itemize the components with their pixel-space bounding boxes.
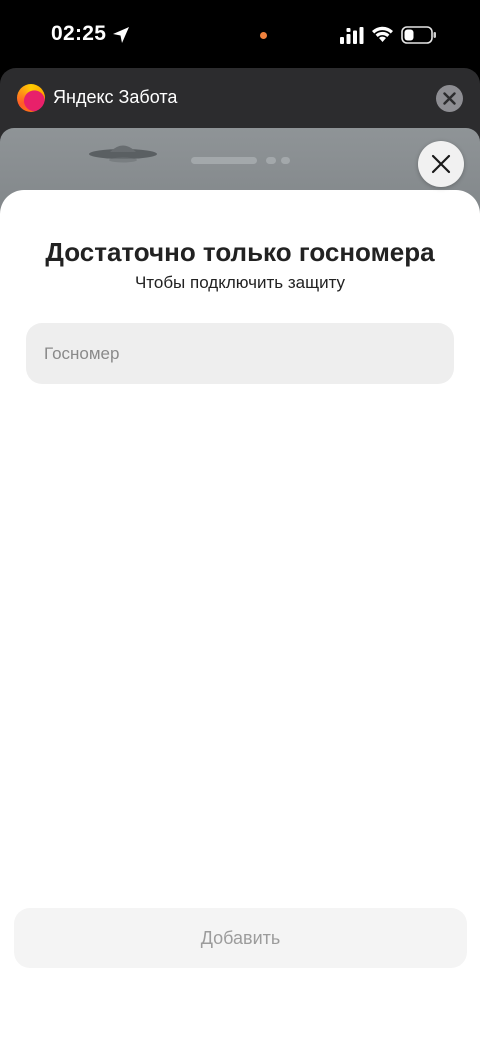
close-icon — [431, 154, 451, 174]
banner-placeholder-bar — [191, 157, 257, 164]
modal-close-button[interactable] — [418, 141, 464, 187]
cellular-signal-icon — [340, 27, 364, 44]
plate-bottom-sheet: Достаточно только госномера Чтобы подклю… — [0, 190, 480, 1043]
privacy-indicator-dot — [260, 32, 267, 39]
battery-icon — [401, 26, 436, 44]
banner-placeholder-bar — [266, 157, 276, 164]
add-button[interactable]: Добавить — [14, 908, 467, 968]
app-close-button[interactable] — [436, 85, 463, 112]
screen: 02:25 Яндекс Забота Достаточно только го… — [0, 0, 480, 1043]
app-title: Яндекс Забота — [53, 87, 178, 107]
yandex-zabota-logo-icon — [17, 84, 45, 112]
close-icon — [443, 92, 456, 105]
ufo-icon — [89, 145, 157, 163]
sheet-title: Достаточно только госномера — [45, 237, 435, 267]
wifi-icon — [372, 26, 393, 42]
status-time: 02:25 — [51, 22, 107, 45]
plate-number-input[interactable] — [26, 323, 454, 384]
sheet-subtitle: Чтобы подключить защиту — [134, 273, 346, 292]
status-bar: 02:25 — [0, 0, 480, 70]
banner-placeholder-bar — [281, 157, 290, 164]
location-arrow-icon — [113, 27, 129, 43]
plate-number-field[interactable] — [26, 323, 454, 384]
dynamic-island — [172, 12, 308, 60]
